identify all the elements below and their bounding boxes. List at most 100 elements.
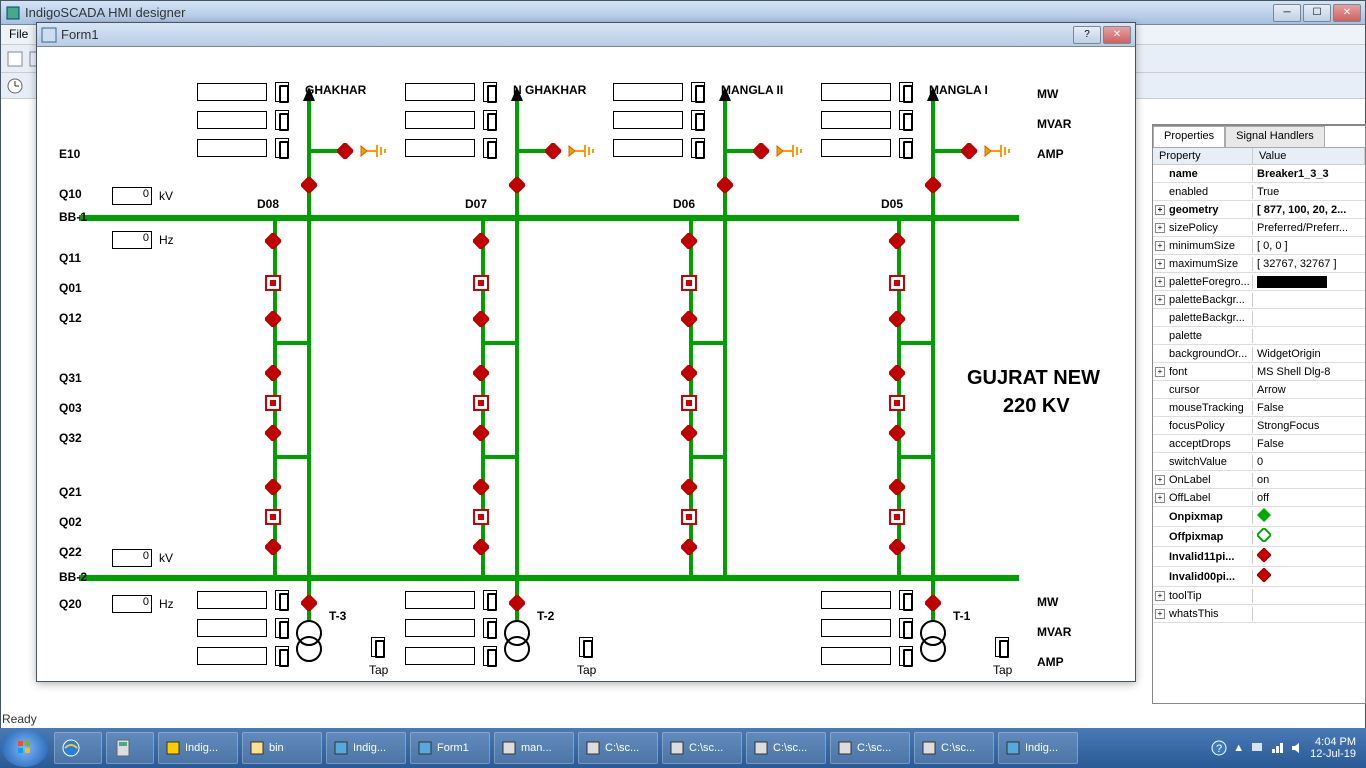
clock-icon[interactable] xyxy=(5,76,25,96)
taskbar-item[interactable]: C:\sc... xyxy=(830,732,910,764)
taskbar-item[interactable]: Indig... xyxy=(158,732,238,764)
disconnector[interactable] xyxy=(265,425,281,441)
properties-panel[interactable]: Properties Signal Handlers Property Valu… xyxy=(1152,124,1366,704)
breaker[interactable] xyxy=(681,275,697,291)
breaker[interactable] xyxy=(473,509,489,525)
prop-row[interactable]: Onpixmap xyxy=(1153,507,1365,527)
disconnector[interactable] xyxy=(889,311,905,327)
help-icon[interactable]: ? xyxy=(1211,740,1227,756)
disconnector[interactable] xyxy=(473,479,489,495)
start-button[interactable] xyxy=(2,729,48,767)
meter[interactable] xyxy=(197,619,267,637)
expand-icon[interactable]: + xyxy=(1155,295,1165,305)
prop-value[interactable]: False xyxy=(1253,401,1365,415)
meter[interactable] xyxy=(821,619,891,637)
prop-row[interactable]: +paletteForegro... xyxy=(1153,273,1365,291)
meter[interactable] xyxy=(821,647,891,665)
prop-value[interactable] xyxy=(1253,595,1365,597)
prop-row[interactable]: paletteBackgr... xyxy=(1153,309,1365,327)
hz-bot-value[interactable]: 0 xyxy=(112,595,152,613)
prop-row[interactable]: Offpixmap xyxy=(1153,527,1365,547)
taskbar-item[interactable]: Indig... xyxy=(998,732,1078,764)
expand-icon[interactable]: + xyxy=(1155,591,1165,601)
digit[interactable] xyxy=(899,590,913,610)
network-icon[interactable] xyxy=(1270,741,1284,755)
expand-icon[interactable]: + xyxy=(1155,259,1165,269)
digit[interactable] xyxy=(483,82,497,102)
tab-signal-handlers[interactable]: Signal Handlers xyxy=(1225,126,1325,147)
volume-icon[interactable] xyxy=(1290,741,1304,755)
meter[interactable] xyxy=(197,591,267,609)
prop-row[interactable]: +toolTip xyxy=(1153,587,1365,605)
prop-value[interactable]: [ 32767, 32767 ] xyxy=(1253,257,1365,271)
system-tray[interactable]: ? ▲ 4:04 PM 12-Jul-19 xyxy=(1211,736,1364,760)
digit[interactable] xyxy=(899,138,913,158)
digit[interactable] xyxy=(275,646,289,666)
prop-row[interactable]: Invalid00pi... xyxy=(1153,567,1365,587)
form-close-button[interactable]: ✕ xyxy=(1103,26,1131,44)
meter[interactable] xyxy=(197,111,267,129)
prop-col-property[interactable]: Property xyxy=(1153,148,1253,164)
meter[interactable] xyxy=(405,139,475,157)
form-title-bar[interactable]: Form1 ? ✕ xyxy=(37,23,1135,47)
disconnector[interactable] xyxy=(473,233,489,249)
digit[interactable] xyxy=(275,110,289,130)
prop-row[interactable]: palette xyxy=(1153,327,1365,345)
prop-value[interactable]: [ 877, 100, 20, 2... xyxy=(1253,203,1365,217)
meter[interactable] xyxy=(821,111,891,129)
disconnector[interactable] xyxy=(301,595,317,611)
prop-row[interactable]: switchValue 0 xyxy=(1153,453,1365,471)
prop-row[interactable]: acceptDrops False xyxy=(1153,435,1365,453)
tray-chevron[interactable]: ▲ xyxy=(1233,742,1244,754)
breaker[interactable] xyxy=(681,395,697,411)
taskbar-item[interactable]: Form1 xyxy=(410,732,490,764)
prop-value[interactable]: Arrow xyxy=(1253,383,1365,397)
disconnector[interactable] xyxy=(889,365,905,381)
breaker[interactable] xyxy=(473,275,489,291)
prop-value[interactable] xyxy=(1253,567,1365,586)
prop-row[interactable]: backgroundOr... WidgetOrigin xyxy=(1153,345,1365,363)
prop-value[interactable]: on xyxy=(1253,473,1365,487)
kv-bot-value[interactable]: 0 xyxy=(112,549,152,567)
prop-value[interactable]: off xyxy=(1253,491,1365,505)
disconnector[interactable] xyxy=(925,595,941,611)
meter[interactable] xyxy=(405,647,475,665)
taskbar-calc[interactable] xyxy=(106,732,154,764)
digit[interactable] xyxy=(483,138,497,158)
prop-value[interactable] xyxy=(1253,335,1365,337)
prop-row[interactable]: +minimumSize [ 0, 0 ] xyxy=(1153,237,1365,255)
tool-icon[interactable] xyxy=(5,49,25,69)
disconnector[interactable] xyxy=(473,539,489,555)
prop-row[interactable]: Invalid11pi... xyxy=(1153,547,1365,567)
disconnector[interactable] xyxy=(681,233,697,249)
digit[interactable] xyxy=(483,590,497,610)
breaker[interactable] xyxy=(265,275,281,291)
prop-row[interactable]: +sizePolicy Preferred/Preferr... xyxy=(1153,219,1365,237)
taskbar-item[interactable]: Indig... xyxy=(326,732,406,764)
prop-row[interactable]: enabled True xyxy=(1153,183,1365,201)
hmi-canvas[interactable]: E10 Q10 BB-1 Q11 Q01 Q12 Q31 Q03 Q32 Q21… xyxy=(37,47,1135,679)
menu-file[interactable]: File xyxy=(9,27,28,42)
digit[interactable] xyxy=(275,590,289,610)
taskbar-item[interactable]: C:\sc... xyxy=(746,732,826,764)
meter[interactable] xyxy=(613,139,683,157)
disconnector[interactable] xyxy=(889,425,905,441)
prop-row[interactable]: +maximumSize [ 32767, 32767 ] xyxy=(1153,255,1365,273)
tap-digit[interactable] xyxy=(371,637,385,657)
prop-value[interactable]: Breaker1_3_3 xyxy=(1253,167,1365,181)
disconnector[interactable] xyxy=(889,479,905,495)
prop-row[interactable]: mouseTracking False xyxy=(1153,399,1365,417)
prop-row[interactable]: cursor Arrow xyxy=(1153,381,1365,399)
maximize-button[interactable]: ☐ xyxy=(1303,4,1331,22)
earth-switch[interactable] xyxy=(337,143,353,159)
kv-top-value[interactable]: 0 xyxy=(112,187,152,205)
digit[interactable] xyxy=(275,82,289,102)
meter[interactable] xyxy=(197,83,267,101)
prop-value[interactable] xyxy=(1253,299,1365,301)
prop-row[interactable]: +whatsThis xyxy=(1153,605,1365,623)
prop-value[interactable]: True xyxy=(1253,185,1365,199)
breaker[interactable] xyxy=(265,395,281,411)
expand-icon[interactable]: + xyxy=(1155,609,1165,619)
disconnector[interactable] xyxy=(265,365,281,381)
prop-value[interactable]: False xyxy=(1253,437,1365,451)
